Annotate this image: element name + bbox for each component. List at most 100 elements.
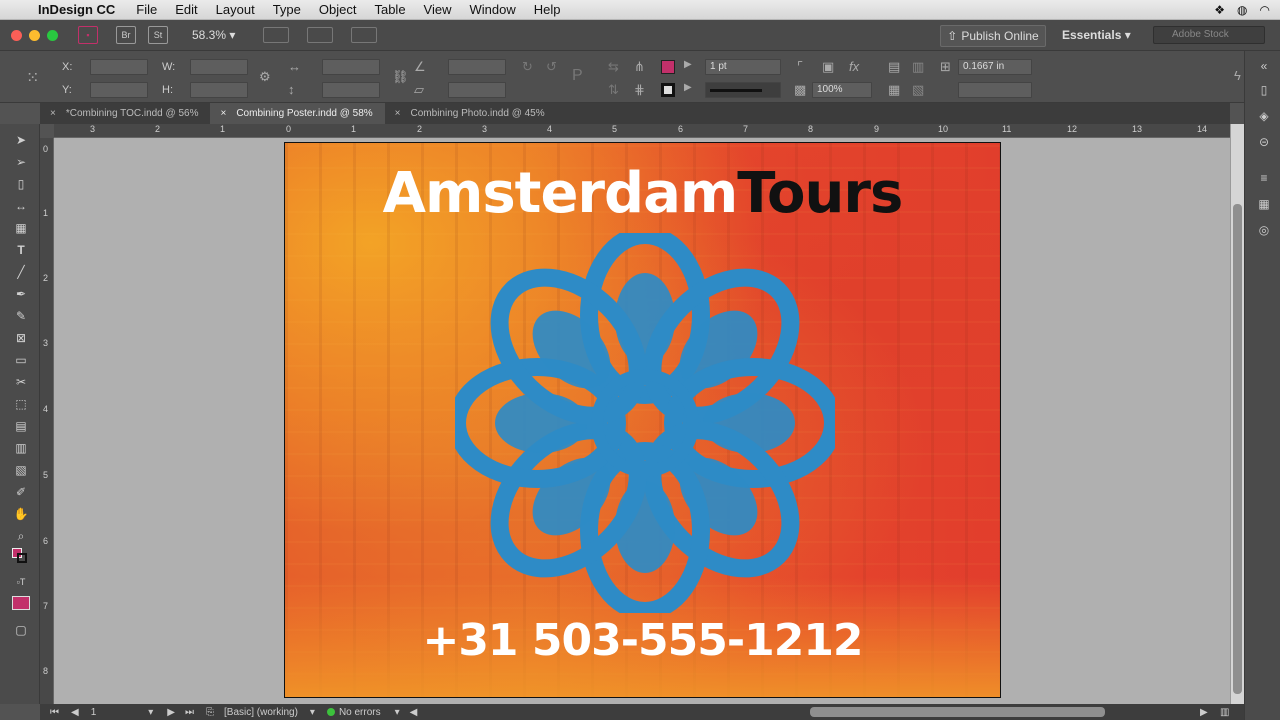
view-options-button[interactable] xyxy=(263,27,290,43)
menu-layout[interactable]: Layout xyxy=(207,2,264,17)
flower-logo[interactable] xyxy=(455,233,835,613)
first-page-icon[interactable]: ⏮ xyxy=(50,707,59,718)
direct-selection-tool-icon[interactable]: ➢ xyxy=(12,154,30,170)
app-menu[interactable]: InDesign CC xyxy=(34,2,127,17)
eyedropper-tool-icon[interactable]: ✐ xyxy=(12,484,30,500)
split-window-icon[interactable]: ▥ xyxy=(1220,707,1229,718)
fill-menu-arrow-icon[interactable]: ▶ xyxy=(684,59,692,70)
height-field[interactable] xyxy=(190,82,248,98)
poster-page[interactable]: AmsterdamTours +31 503-555-1212 xyxy=(284,142,1001,698)
stroke-proxy-swatch[interactable] xyxy=(17,553,27,563)
stroke-color-swatch[interactable] xyxy=(661,83,675,97)
menu-type[interactable]: Type xyxy=(264,2,310,17)
last-page-icon[interactable]: ⏭ xyxy=(185,707,194,718)
fill-color-swatch[interactable] xyxy=(661,60,675,74)
shear-field[interactable] xyxy=(448,82,506,98)
style-dropdown[interactable] xyxy=(958,82,1032,98)
poster-title[interactable]: AmsterdamTours xyxy=(285,161,1000,226)
layers-panel-icon[interactable]: ◈ xyxy=(1256,109,1272,123)
page-dropdown-icon[interactable]: ▾ xyxy=(148,707,153,718)
screen-mode-button[interactable] xyxy=(307,27,334,43)
rotate-cw-icon[interactable]: ↻ xyxy=(522,59,533,75)
bridge-button[interactable]: Br xyxy=(116,26,136,44)
y-position-field[interactable] xyxy=(90,82,148,98)
adobe-stock-search[interactable]: Adobe Stock xyxy=(1153,26,1265,44)
rotation-field[interactable] xyxy=(448,59,506,75)
dropbox-icon[interactable]: ❖ xyxy=(1214,3,1225,17)
corner-options-icon[interactable]: ⌜ xyxy=(797,59,803,75)
menu-help[interactable]: Help xyxy=(525,2,570,17)
scale-y-field[interactable] xyxy=(322,82,380,98)
horizontal-scroll-thumb[interactable] xyxy=(810,707,1105,717)
collapse-panels-icon[interactable]: « xyxy=(1256,59,1272,73)
selection-tool-icon[interactable]: ➤ xyxy=(12,132,30,148)
stroke-weight-field[interactable]: 1 pt xyxy=(705,59,781,75)
note-tool-icon[interactable]: ▧ xyxy=(12,462,30,478)
wifi-icon[interactable]: ◠ xyxy=(1260,3,1270,17)
opacity-field[interactable]: 100% xyxy=(812,82,872,98)
gap-tool-icon[interactable]: ↔ xyxy=(12,198,30,214)
links-panel-icon[interactable]: ⊝ xyxy=(1256,135,1272,149)
effects-icon[interactable]: fx xyxy=(849,59,859,74)
width-field[interactable] xyxy=(190,59,248,75)
preflight-menu-icon[interactable]: ▾ xyxy=(395,707,400,718)
close-tab-icon[interactable]: × xyxy=(395,108,401,119)
page-tool-icon[interactable]: ▯ xyxy=(12,176,30,192)
menu-edit[interactable]: Edit xyxy=(166,2,206,17)
menu-file[interactable]: File xyxy=(127,2,166,17)
preflight-dropdown-icon[interactable]: ▾ xyxy=(310,707,315,718)
stroke-menu-arrow-icon[interactable]: ▶ xyxy=(684,82,692,93)
zoom-level-dropdown[interactable]: 58.3% ▾ xyxy=(192,28,235,42)
select-container-icon[interactable]: ⋔ xyxy=(634,59,645,75)
workspace-switcher[interactable]: Essentials ▾ xyxy=(1062,28,1131,42)
hand-tool-icon[interactable]: ✋ xyxy=(12,506,30,522)
flip-vertical-icon[interactable]: ⇅ xyxy=(608,82,619,98)
menu-view[interactable]: View xyxy=(415,2,461,17)
zoom-window-button[interactable] xyxy=(47,29,58,41)
menu-table[interactable]: Table xyxy=(365,2,414,17)
next-page-icon[interactable]: ▶ xyxy=(167,707,175,718)
menu-window[interactable]: Window xyxy=(461,2,525,17)
quick-apply-icon[interactable]: ϟ xyxy=(1234,68,1241,83)
type-tool-icon[interactable]: T xyxy=(12,242,30,258)
zoom-tool-icon[interactable]: ⌕ xyxy=(12,528,30,544)
close-tab-icon[interactable]: × xyxy=(50,108,56,119)
x-position-field[interactable] xyxy=(90,59,148,75)
text-wrap-icon[interactable]: ▤ xyxy=(888,59,900,75)
formatting-affects-icon[interactable]: ▫T xyxy=(12,574,30,590)
select-content-icon[interactable]: ⋕ xyxy=(634,82,645,98)
drop-shadow-icon[interactable]: ▣ xyxy=(822,59,834,75)
stock-button[interactable]: St xyxy=(148,26,168,44)
reference-point-icon[interactable]: ⁙ xyxy=(26,68,39,88)
flip-horizontal-icon[interactable]: ⇆ xyxy=(608,59,619,75)
poster-phone-number[interactable]: +31 503-555-1212 xyxy=(285,615,1000,666)
minimize-window-button[interactable] xyxy=(29,29,40,41)
pencil-tool-icon[interactable]: ✎ xyxy=(12,308,30,324)
close-tab-icon[interactable]: × xyxy=(220,108,226,119)
page-number-field[interactable]: 1 xyxy=(91,707,97,718)
close-window-button[interactable] xyxy=(11,29,22,41)
stroke-panel-icon[interactable]: ≡ xyxy=(1256,171,1272,185)
menu-object[interactable]: Object xyxy=(310,2,366,17)
previous-page-icon[interactable]: ◀ xyxy=(71,707,79,718)
screen-mode-icon[interactable]: ▢ xyxy=(12,622,30,638)
gradient-swatch-tool-icon[interactable]: ▤ xyxy=(12,418,30,434)
rectangle-frame-tool-icon[interactable]: ⊠ xyxy=(12,330,30,346)
free-transform-tool-icon[interactable]: ⬚ xyxy=(12,396,30,412)
line-tool-icon[interactable]: ╱ xyxy=(12,264,30,280)
pen-tool-icon[interactable]: ✒ xyxy=(12,286,30,302)
scroll-left-icon[interactable]: ◀ xyxy=(410,707,418,718)
rotate-ccw-icon[interactable]: ↺ xyxy=(546,59,557,75)
text-wrap-alt-icon[interactable]: ▥ xyxy=(912,59,924,75)
open-document-icon[interactable]: ⎘ xyxy=(206,707,214,718)
scale-x-field[interactable] xyxy=(322,59,380,75)
swatches-panel-icon[interactable]: ▦ xyxy=(1256,197,1272,211)
path-type-icon[interactable]: P xyxy=(572,67,583,85)
scroll-right-icon[interactable]: ▶ xyxy=(1200,707,1208,718)
scissors-tool-icon[interactable]: ✂ xyxy=(12,374,30,390)
vertical-scroll-thumb[interactable] xyxy=(1233,204,1242,694)
rectangle-tool-icon[interactable]: ▭ xyxy=(12,352,30,368)
publish-online-button[interactable]: ⇧ Publish Online xyxy=(940,25,1046,47)
cc-libraries-panel-icon[interactable]: ◎ xyxy=(1256,223,1272,237)
apply-color-button[interactable] xyxy=(12,596,30,610)
